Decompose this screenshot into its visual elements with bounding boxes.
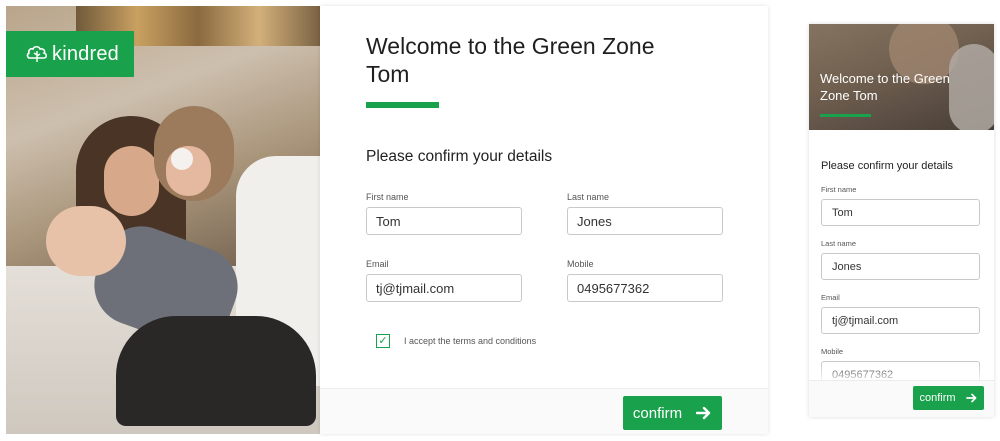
email-input[interactable] <box>366 274 522 302</box>
checkmark-icon: ✓ <box>378 334 388 347</box>
form-heading: Please confirm your details <box>366 148 553 165</box>
terms-checkbox[interactable]: ✓ <box>376 334 390 348</box>
mobile-input[interactable] <box>567 274 723 302</box>
first-name-label: First name <box>366 192 409 202</box>
mobile-confirm-label: confirm <box>919 392 956 404</box>
mobile-preview: Welcome to the Green Zone Tom Please con… <box>809 24 994 417</box>
terms-label: I accept the terms and conditions <box>404 336 537 346</box>
arrow-right-icon <box>965 393 976 403</box>
last-name-input[interactable] <box>567 207 723 235</box>
last-name-label: Last name <box>567 192 610 202</box>
mobile-first-name-label: First name <box>821 185 857 194</box>
mobile-form-footer: confirm <box>809 380 994 417</box>
mobile-email-label: Email <box>821 293 840 302</box>
mobile-accent-bar <box>820 114 871 117</box>
accent-bar <box>366 102 439 108</box>
email-label: Email <box>366 259 389 269</box>
brand-name: kindred <box>52 42 119 65</box>
form-footer: confirm <box>320 388 768 434</box>
mobile-title-line-2: Zone Tom <box>820 88 878 103</box>
mobile-page-title: Welcome to the Green Zone Tom <box>820 70 970 104</box>
confirm-label: confirm <box>632 404 683 422</box>
mobile-title-line-1: Welcome to the Green <box>820 71 950 86</box>
tree-icon <box>26 45 48 62</box>
page-title: Welcome to the Green Zone Tom <box>366 32 666 88</box>
first-name-input[interactable] <box>366 207 522 235</box>
mobile-last-name-input[interactable] <box>821 253 980 280</box>
mobile-confirm-button[interactable]: confirm <box>913 386 984 410</box>
title-line-1: Welcome to the Green Zone <box>366 33 655 59</box>
mobile-form: Please confirm your details First name L… <box>809 130 994 388</box>
mobile-last-name-label: Last name <box>821 239 857 248</box>
details-form: Welcome to the Green Zone Tom Please con… <box>320 6 768 434</box>
title-line-2: Tom <box>366 61 410 87</box>
mobile-email-input[interactable] <box>821 307 980 334</box>
mobile-first-name-input[interactable] <box>821 199 980 226</box>
mobile-mobile-label: Mobile <box>821 347 844 356</box>
mobile-form-heading: Please confirm your details <box>821 160 954 172</box>
brand-logo: kindred <box>6 31 134 77</box>
mobile-label: Mobile <box>567 259 594 269</box>
arrow-right-icon <box>696 406 711 420</box>
confirm-button[interactable]: confirm <box>623 396 722 430</box>
